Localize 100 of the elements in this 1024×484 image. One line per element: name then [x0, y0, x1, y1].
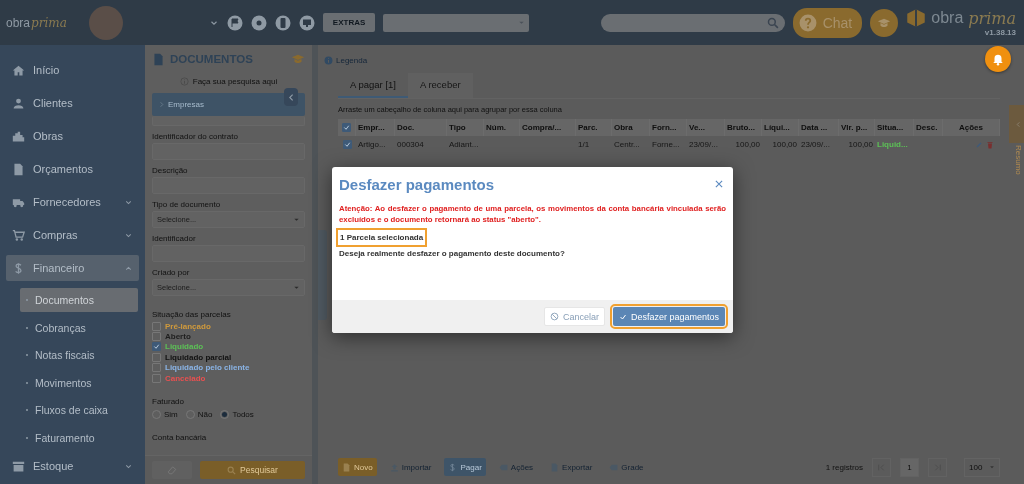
submenu-item[interactable]: Faturamento [20, 425, 138, 450]
column-header[interactable]: Empr... [356, 119, 395, 136]
checkbox[interactable] [152, 321, 161, 331]
tutorial-button[interactable] [870, 8, 899, 37]
person-icon [12, 96, 25, 110]
checkbox[interactable] [342, 123, 351, 132]
column-header[interactable]: Ações [943, 119, 1000, 136]
legend-link[interactable]: Legenda [336, 55, 368, 65]
sidebar-item[interactable]: Início [6, 57, 139, 83]
column-header[interactable]: Situa... [875, 119, 914, 136]
table-cell-text: 1/1 [577, 139, 591, 151]
question-text: Deseja realmente desfazer o pagamento deste documento? [339, 249, 566, 258]
page-size-select[interactable]: 100 [964, 457, 1000, 477]
toolbar-button[interactable]: Ações [494, 458, 538, 476]
checkbox[interactable] [152, 373, 161, 383]
confirm-button[interactable]: Desfazer pagamentos [612, 307, 725, 326]
cancel-button[interactable]: Cancelar [543, 307, 605, 326]
column-header[interactable]: Parc. [576, 119, 612, 136]
toolbar-button[interactable]: Grade [605, 458, 648, 476]
close-button[interactable] [714, 179, 724, 189]
selection-count: 1 Parcela selecionada [339, 231, 425, 244]
toolbar-button[interactable]: Exportar [546, 458, 597, 476]
caret-icon [293, 284, 300, 291]
table-cell-text: Liquid... [876, 139, 909, 151]
notification-button[interactable] [985, 46, 1011, 72]
search-button[interactable]: Pesquisar [200, 461, 305, 479]
archive-icon [12, 459, 25, 473]
check-icon [343, 124, 350, 131]
home-icon [12, 63, 25, 77]
monitor-icon [298, 14, 315, 31]
collapse-button[interactable] [284, 88, 298, 106]
submenu-item[interactable]: Documentos [20, 288, 138, 312]
trash-icon [986, 140, 994, 149]
column-header[interactable]: Tipo [447, 119, 484, 136]
option-label: Liquidado [165, 342, 204, 352]
close-icon [714, 179, 724, 189]
sidebar-item[interactable]: Fornecedores [6, 189, 139, 215]
side-panel-label[interactable]: Resumo [1013, 145, 1023, 175]
page-button[interactable]: 1 [900, 457, 919, 477]
tab[interactable]: A receber [407, 73, 473, 98]
checkbox[interactable] [152, 332, 161, 342]
cart-icon [12, 228, 25, 242]
search-icon [766, 16, 779, 29]
submenu-item[interactable]: Movimentos [20, 370, 138, 395]
brand-script: prima [968, 8, 1016, 28]
option-label: Aberto [165, 332, 191, 342]
column-header[interactable]: Data ... [799, 119, 839, 136]
sidebar-item[interactable]: Clientes [6, 90, 139, 116]
phone-icon [274, 14, 291, 31]
info-icon [324, 55, 333, 65]
caret-icon [518, 19, 526, 26]
checkbox[interactable] [152, 352, 161, 362]
flag-icon [226, 14, 243, 31]
table-cell-text: Artigo... [357, 139, 387, 151]
clear-button[interactable] [152, 461, 192, 479]
column-header[interactable]: Núm. [484, 119, 520, 136]
bell-icon [991, 52, 1005, 66]
column-header[interactable]: Desc. [914, 119, 943, 136]
select-field[interactable] [383, 13, 530, 32]
sidebar-item[interactable]: Obras [6, 123, 139, 149]
table-cell-text: 000304 [396, 139, 425, 151]
companies-accordion[interactable]: Empresas [152, 93, 305, 116]
caret-icon [293, 216, 300, 223]
extras-button[interactable]: EXTRAS [322, 13, 376, 32]
sidebar-item[interactable]: Financeiro [6, 255, 139, 281]
column-header[interactable]: Doc. [395, 119, 447, 136]
checkbox[interactable] [152, 342, 161, 352]
option-label: Pré-lançado [165, 321, 211, 331]
chevron-left-icon [1014, 120, 1022, 128]
input-field[interactable] [152, 116, 305, 126]
search-icon [227, 465, 237, 475]
column-header[interactable]: Bruto... [725, 119, 762, 136]
column-header[interactable]: Obra [612, 119, 650, 136]
checkbox[interactable] [342, 140, 352, 149]
check-icon [343, 141, 351, 148]
column-header[interactable]: Compra/... [520, 119, 576, 136]
panel-toggle-button[interactable] [1009, 105, 1024, 143]
logo-text: obra [6, 15, 31, 30]
avatar[interactable] [88, 5, 123, 40]
toolbar-button[interactable]: Importar [385, 458, 436, 476]
logo-script: prima [31, 15, 67, 30]
toolbar-button[interactable]: Pagar [444, 458, 486, 476]
settings-icon [250, 14, 267, 31]
search-field[interactable] [600, 13, 785, 32]
column-header[interactable]: Vlr. p... [839, 119, 875, 136]
table-cell-text: Centr... [613, 139, 641, 151]
dollar-icon [448, 462, 458, 472]
sidebar-item[interactable]: Compras [6, 222, 139, 248]
toolbar-button[interactable]: Novo [338, 458, 377, 476]
option-label: Cancelado [165, 373, 206, 383]
submenu-item[interactable]: Fluxos de caixa [20, 398, 138, 422]
checkbox[interactable] [152, 363, 161, 373]
column-header[interactable]: Líqui... [762, 119, 799, 136]
sidebar-item[interactable]: Estoque [6, 453, 139, 479]
column-header[interactable]: Forn... [650, 119, 687, 136]
submenu-item[interactable]: Notas fiscais [20, 343, 138, 367]
submenu-item[interactable]: Cobranças [20, 315, 138, 340]
column-header[interactable]: Ve... [687, 119, 725, 136]
option-label: Todos [232, 410, 254, 420]
sidebar-item[interactable]: Orçamentos [6, 156, 139, 182]
